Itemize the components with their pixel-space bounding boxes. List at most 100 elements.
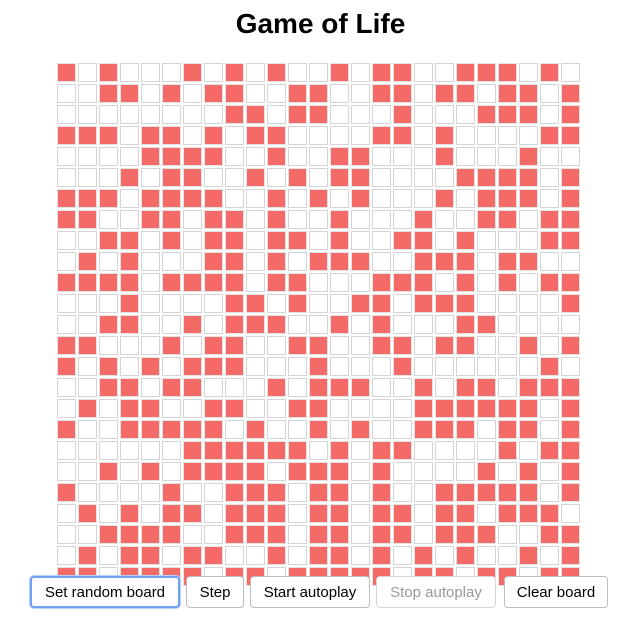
cell-alive[interactable] (267, 315, 286, 334)
cell-dead[interactable] (57, 231, 76, 250)
cell-alive[interactable] (477, 315, 496, 334)
cell-dead[interactable] (183, 231, 202, 250)
cell-dead[interactable] (267, 168, 286, 187)
cell-dead[interactable] (288, 189, 307, 208)
cell-alive[interactable] (288, 168, 307, 187)
cell-dead[interactable] (78, 63, 97, 82)
cell-dead[interactable] (288, 315, 307, 334)
cell-alive[interactable] (120, 231, 139, 250)
cell-dead[interactable] (57, 294, 76, 313)
cell-alive[interactable] (309, 378, 328, 397)
cell-alive[interactable] (561, 105, 580, 124)
cell-alive[interactable] (141, 357, 160, 376)
cell-alive[interactable] (498, 420, 517, 439)
cell-alive[interactable] (99, 462, 118, 481)
cell-alive[interactable] (351, 189, 370, 208)
cell-alive[interactable] (330, 315, 349, 334)
cell-dead[interactable] (78, 483, 97, 502)
cell-dead[interactable] (99, 441, 118, 460)
cell-alive[interactable] (435, 336, 454, 355)
cell-dead[interactable] (561, 147, 580, 166)
cell-dead[interactable] (540, 462, 559, 481)
cell-dead[interactable] (498, 147, 517, 166)
cell-dead[interactable] (435, 462, 454, 481)
cell-alive[interactable] (498, 210, 517, 229)
cell-alive[interactable] (204, 336, 223, 355)
cell-alive[interactable] (393, 357, 412, 376)
cell-dead[interactable] (540, 399, 559, 418)
cell-dead[interactable] (57, 315, 76, 334)
cell-dead[interactable] (183, 126, 202, 145)
cell-dead[interactable] (204, 168, 223, 187)
cell-dead[interactable] (351, 231, 370, 250)
cell-alive[interactable] (78, 546, 97, 565)
cell-dead[interactable] (183, 294, 202, 313)
cell-dead[interactable] (351, 462, 370, 481)
cell-dead[interactable] (330, 420, 349, 439)
cell-alive[interactable] (99, 378, 118, 397)
cell-alive[interactable] (246, 441, 265, 460)
cell-dead[interactable] (204, 294, 223, 313)
cell-dead[interactable] (414, 84, 433, 103)
cell-alive[interactable] (477, 525, 496, 544)
cell-alive[interactable] (162, 126, 181, 145)
cell-alive[interactable] (435, 504, 454, 523)
cell-dead[interactable] (414, 336, 433, 355)
cell-alive[interactable] (372, 315, 391, 334)
cell-alive[interactable] (246, 294, 265, 313)
cell-alive[interactable] (225, 231, 244, 250)
cell-dead[interactable] (372, 231, 391, 250)
cell-dead[interactable] (141, 315, 160, 334)
cell-alive[interactable] (183, 420, 202, 439)
cell-dead[interactable] (435, 357, 454, 376)
cell-dead[interactable] (309, 210, 328, 229)
cell-dead[interactable] (393, 378, 412, 397)
cell-dead[interactable] (561, 63, 580, 82)
cell-alive[interactable] (141, 525, 160, 544)
cell-alive[interactable] (309, 399, 328, 418)
cell-dead[interactable] (477, 231, 496, 250)
cell-dead[interactable] (246, 63, 265, 82)
cell-dead[interactable] (372, 357, 391, 376)
cell-alive[interactable] (372, 273, 391, 292)
cell-alive[interactable] (225, 84, 244, 103)
cell-dead[interactable] (162, 63, 181, 82)
cell-alive[interactable] (162, 420, 181, 439)
cell-dead[interactable] (183, 105, 202, 124)
cell-dead[interactable] (540, 420, 559, 439)
cell-alive[interactable] (414, 294, 433, 313)
cell-alive[interactable] (372, 483, 391, 502)
cell-alive[interactable] (267, 504, 286, 523)
cell-alive[interactable] (99, 126, 118, 145)
cell-dead[interactable] (162, 252, 181, 271)
cell-alive[interactable] (456, 84, 475, 103)
cell-dead[interactable] (162, 294, 181, 313)
cell-alive[interactable] (519, 504, 538, 523)
cell-dead[interactable] (267, 399, 286, 418)
cell-alive[interactable] (519, 189, 538, 208)
clear-board-button[interactable]: Clear board (504, 576, 608, 608)
cell-dead[interactable] (309, 441, 328, 460)
cell-alive[interactable] (561, 378, 580, 397)
cell-dead[interactable] (414, 189, 433, 208)
cell-alive[interactable] (288, 462, 307, 481)
cell-alive[interactable] (393, 273, 412, 292)
cell-alive[interactable] (99, 525, 118, 544)
cell-alive[interactable] (204, 399, 223, 418)
cell-alive[interactable] (372, 504, 391, 523)
cell-alive[interactable] (288, 399, 307, 418)
cell-dead[interactable] (78, 420, 97, 439)
cell-dead[interactable] (393, 252, 412, 271)
cell-alive[interactable] (120, 399, 139, 418)
cell-alive[interactable] (435, 294, 454, 313)
cell-alive[interactable] (162, 210, 181, 229)
cell-dead[interactable] (120, 105, 139, 124)
cell-alive[interactable] (561, 462, 580, 481)
cell-dead[interactable] (498, 336, 517, 355)
cell-dead[interactable] (120, 357, 139, 376)
cell-dead[interactable] (120, 126, 139, 145)
cell-alive[interactable] (120, 546, 139, 565)
cell-alive[interactable] (183, 357, 202, 376)
cell-dead[interactable] (99, 210, 118, 229)
cell-dead[interactable] (225, 168, 244, 187)
